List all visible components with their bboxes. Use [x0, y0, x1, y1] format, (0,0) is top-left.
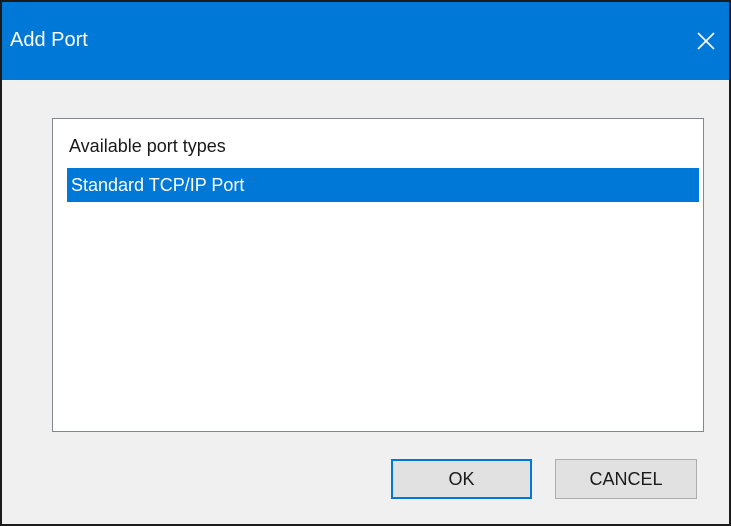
dialog-title: Add Port: [10, 29, 88, 51]
title-bar[interactable]: Add Port: [2, 2, 729, 80]
cancel-button[interactable]: CANCEL: [555, 459, 697, 499]
close-icon: [697, 32, 715, 50]
list-item-standard-tcp-ip-port[interactable]: Standard TCP/IP Port: [67, 168, 699, 202]
list-header: Available port types: [69, 136, 226, 156]
close-button[interactable]: [683, 20, 729, 62]
ok-button[interactable]: OK: [391, 459, 532, 499]
add-port-dialog: Add Port Available port types Standard T…: [0, 0, 731, 526]
port-types-listbox[interactable]: Available port types Standard TCP/IP Por…: [52, 118, 704, 432]
